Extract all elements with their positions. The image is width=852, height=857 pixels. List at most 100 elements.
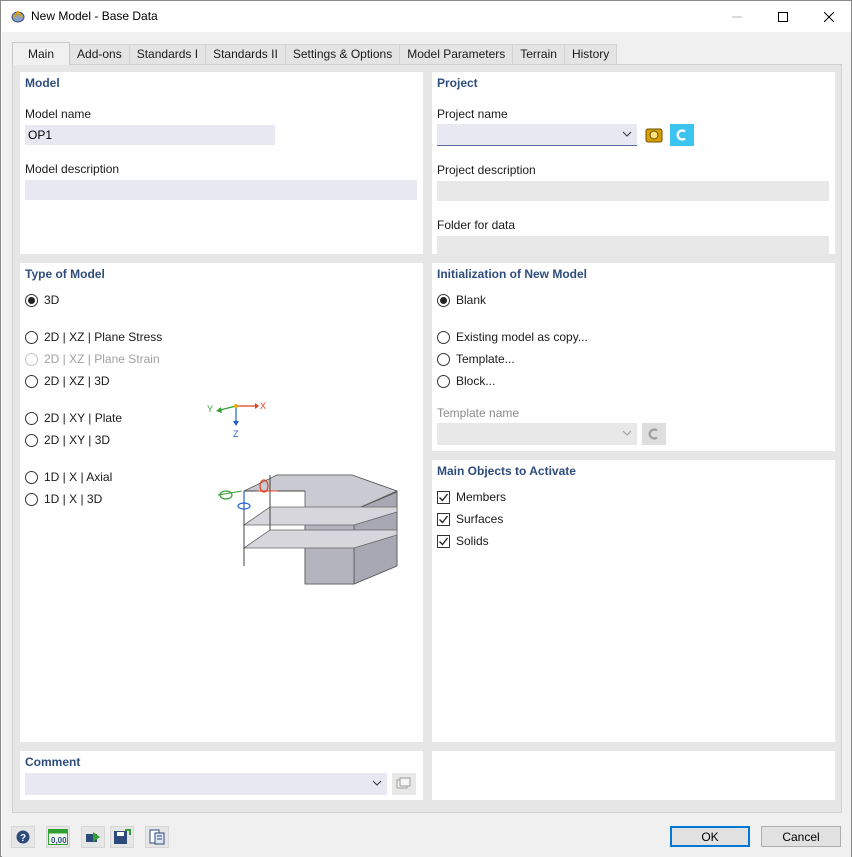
project-folder-icon [645, 128, 663, 143]
radio-label: 1D | X | 3D [44, 492, 103, 506]
tab-content: Model Model name OP1 Model description P… [12, 64, 842, 813]
radio-label: 1D | X | Axial [44, 470, 113, 484]
radio-2d-xy-3d[interactable]: 2D | XY | 3D [25, 433, 110, 447]
save-default-button[interactable] [110, 826, 134, 848]
dialog-client: Main Add-ons Standards I Standards II Se… [2, 32, 851, 857]
model-type-section-title: Type of Model [25, 267, 105, 281]
model-description-input[interactable] [25, 180, 417, 200]
radio-existing-model-copy[interactable]: Existing model as copy... [437, 330, 588, 344]
tab-model-parameters[interactable]: Model Parameters [399, 44, 514, 65]
checkbox-solids[interactable]: Solids [437, 534, 489, 548]
comment-combo[interactable] [25, 773, 387, 795]
radio-template[interactable]: Template... [437, 352, 515, 366]
radio-label: 2D | XZ | Plane Strain [44, 352, 160, 366]
window-title: New Model - Base Data [31, 9, 158, 23]
tab-standards-i[interactable]: Standards I [128, 44, 207, 65]
project-section-title: Project [437, 76, 478, 90]
dialog-window: New Model - Base Data Main Add-ons Stand… [0, 0, 852, 857]
tab-main[interactable]: Main [12, 42, 71, 65]
radio-label: Template... [456, 352, 515, 366]
cloud-c-icon [676, 129, 686, 141]
minimize-button[interactable] [714, 1, 760, 32]
initialization-panel: Initialization of New Model Blank Existi… [432, 263, 835, 451]
radio-block[interactable]: Block... [437, 374, 495, 388]
checkbox-label: Solids [456, 534, 489, 548]
checkbox-indicator [437, 512, 450, 526]
transfer-button[interactable] [81, 826, 105, 848]
radio-1d-x-axial[interactable]: 1D | X | Axial [25, 470, 112, 484]
project-manager-button[interactable] [642, 124, 666, 146]
main-objects-section-title: Main Objects to Activate [437, 464, 576, 478]
tab-history[interactable]: History [563, 44, 618, 65]
help-icon: ? [16, 830, 30, 844]
radio-blank[interactable]: Blank [437, 293, 486, 307]
model-name-input[interactable]: OP1 [25, 125, 275, 145]
project-description-input [437, 181, 829, 201]
cloud-project-button[interactable] [670, 124, 694, 146]
radio-indicator [437, 374, 450, 388]
radio-indicator [437, 330, 450, 344]
chevron-down-icon [622, 131, 632, 137]
template-name-label: Template name [437, 406, 520, 420]
checkbox-members[interactable]: Members [437, 490, 506, 504]
minimize-icon [732, 16, 742, 17]
checkmark-icon [439, 537, 449, 546]
project-name-combo[interactable] [437, 124, 637, 146]
radio-3d[interactable]: 3D [25, 293, 59, 307]
axes-icon: X Y Z [207, 401, 266, 439]
radio-indicator [25, 352, 38, 366]
model-panel: Model Model name OP1 Model description [20, 72, 423, 254]
radio-indicator [25, 411, 38, 425]
tab-add-ons[interactable]: Add-ons [69, 44, 130, 65]
project-name-label: Project name [437, 107, 508, 121]
radio-label: Block... [456, 374, 496, 388]
radio-2d-xz-3d[interactable]: 2D | XZ | 3D [25, 374, 110, 388]
radio-indicator [25, 293, 38, 307]
units-button[interactable]: 0,00 [46, 826, 70, 848]
radio-label: 2D | XY | Plate [44, 411, 123, 425]
units-icon-text: 0,00 [51, 836, 67, 845]
main-objects-panel: Main Objects to Activate Members Surface… [432, 460, 835, 742]
tab-standards-ii[interactable]: Standards II [205, 44, 286, 65]
comment-panel: Comment [20, 751, 423, 800]
axis-z-label: Z [233, 429, 239, 439]
radio-indicator [437, 293, 450, 307]
radio-label: 2D | XY | 3D [44, 433, 111, 447]
clipboard-button[interactable] [145, 826, 169, 848]
radio-indicator [25, 330, 38, 344]
tab-settings-options[interactable]: Settings & Options [284, 44, 401, 65]
comment-section-title: Comment [25, 755, 81, 769]
radio-indicator [25, 433, 38, 447]
tab-terrain[interactable]: Terrain [512, 44, 565, 65]
close-button[interactable] [806, 1, 852, 32]
cancel-button[interactable]: Cancel [761, 826, 841, 847]
cloud-c-icon [648, 428, 658, 440]
checkmark-icon [439, 493, 449, 502]
close-icon [824, 11, 834, 22]
radio-2d-xz-plane-stress[interactable]: 2D | XZ | Plane Stress [25, 330, 162, 344]
svg-text:?: ? [20, 833, 26, 844]
model-3d-illustration [217, 474, 399, 585]
ok-button[interactable]: OK [670, 826, 750, 847]
radio-indicator [25, 374, 38, 388]
clipboard-icon [149, 829, 165, 845]
checkmark-icon [439, 515, 449, 524]
template-cloud-button [642, 423, 666, 445]
comment-edit-button[interactable] [392, 773, 416, 795]
units-decimal-icon: 0,00 [48, 829, 68, 845]
maximize-button[interactable] [760, 1, 806, 32]
title-bar[interactable]: New Model - Base Data [1, 1, 851, 32]
radio-label: Blank [456, 293, 487, 307]
radio-2d-xy-plate[interactable]: 2D | XY | Plate [25, 411, 122, 425]
save-icon [114, 829, 131, 844]
chevron-down-icon [622, 430, 632, 436]
app-icon [11, 10, 25, 23]
help-button[interactable]: ? [11, 826, 35, 848]
axis-x-label: X [260, 401, 266, 411]
radio-1d-x-3d[interactable]: 1D | X | 3D [25, 492, 102, 506]
checkbox-surfaces[interactable]: Surfaces [437, 512, 503, 526]
template-name-combo [437, 423, 637, 445]
radio-indicator [25, 492, 38, 506]
project-description-label: Project description [437, 163, 536, 177]
model-description-label: Model description [25, 162, 120, 176]
